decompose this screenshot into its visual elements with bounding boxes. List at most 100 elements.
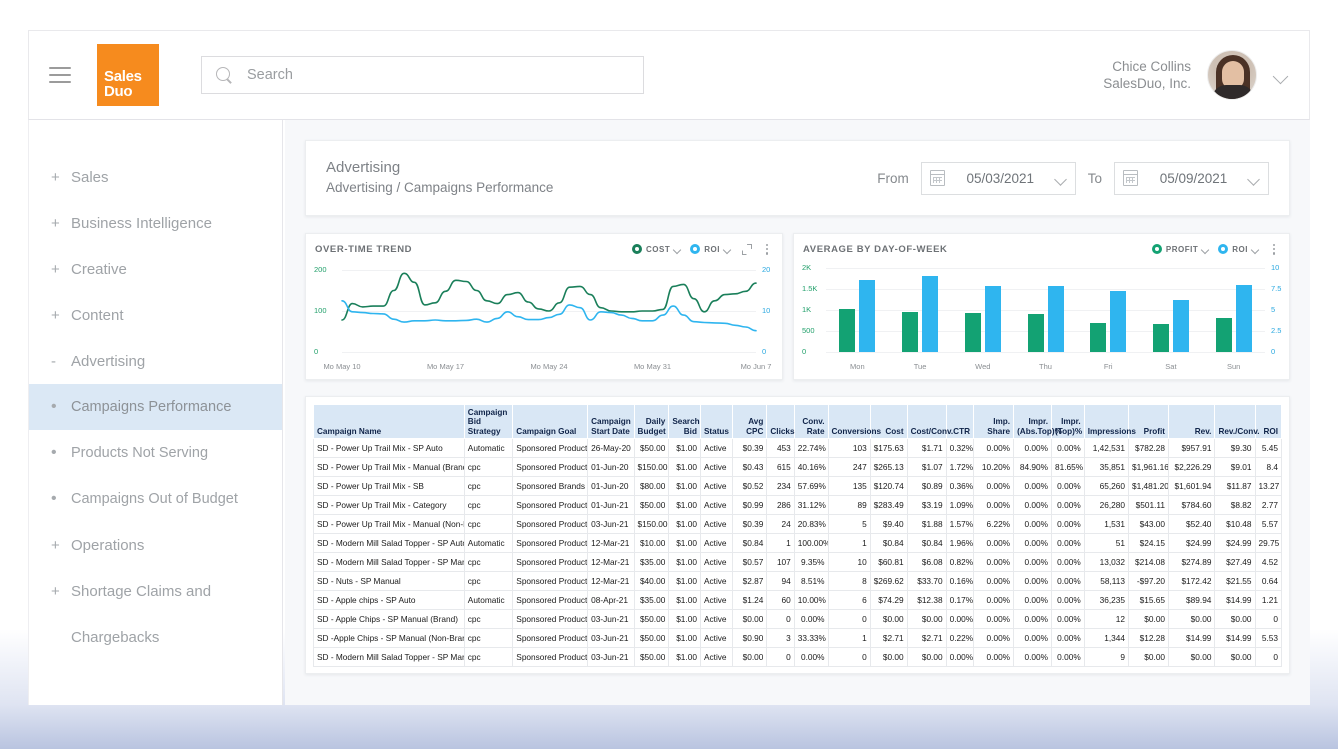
table-cell: $89.94 [1168, 590, 1216, 610]
legend-item-cost[interactable]: COST [632, 244, 681, 254]
table-cell: 9.35% [793, 552, 829, 572]
table-cell: 2.77 [1254, 495, 1282, 515]
legend-dot-icon [690, 244, 701, 254]
chevron-down-icon[interactable] [1275, 71, 1289, 79]
table-cell: 1.57% [945, 514, 975, 534]
table-cell: Active [699, 533, 733, 553]
gridline [826, 289, 1265, 290]
legend-item-roi[interactable]: ROI [690, 244, 731, 254]
table-row[interactable]: SD -Apple Chips - SP Manual (Non-Brand) c… [313, 628, 1282, 648]
table-cell: cpc [463, 609, 514, 629]
chevron-down-icon[interactable] [1056, 175, 1067, 182]
table-row[interactable]: SD - Power Up Trail Mix - SP Auto Automat… [313, 438, 1282, 458]
table-column-header[interactable]: Search Bid [668, 404, 701, 439]
table-row[interactable]: SD - Modern Mill Salad Topper - SP Manua… [313, 552, 1282, 572]
logo-line-1: Sales [104, 68, 142, 85]
more-options-icon[interactable] [1268, 243, 1280, 256]
table-cell: $14.99 [1214, 628, 1256, 648]
table-column-header[interactable]: Campaign Name [313, 404, 465, 439]
hamburger-icon[interactable] [49, 67, 71, 83]
chart-title: OVER-TIME TREND [315, 243, 413, 255]
user-menu[interactable]: Chice Collins SalesDuo, Inc. [1103, 50, 1289, 100]
sidebar-item-sales[interactable]: + Sales [29, 154, 282, 200]
table-column-header[interactable]: Conversions [827, 404, 881, 439]
table-row[interactable]: SD - Power Up Trail Mix - Manual (Non-Br… [313, 514, 1282, 534]
table-cell: Sponsored Products [512, 571, 589, 591]
chevron-down-icon[interactable] [1249, 175, 1260, 182]
table-cell: 03-Jun-21 [587, 609, 635, 629]
table-row[interactable]: SD - Apple chips - SP Auto Automatic Spons… [313, 590, 1282, 610]
search-box[interactable] [201, 56, 644, 94]
chevron-down-icon[interactable] [674, 247, 681, 252]
table-cell: $214.08 [1127, 552, 1170, 572]
table-column-header[interactable]: Campaign Bid Strategy [463, 404, 514, 439]
table-column-header[interactable]: Daily Budget [633, 404, 670, 439]
sidebar-item-shortage-claims-and[interactable]: + Shortage Claims and [29, 568, 282, 614]
table-row[interactable]: SD - Power Up Trail Mix - Category cpc Spo… [313, 495, 1282, 515]
table-row[interactable]: SD - Power Up Trail Mix - Manual (Brand)… [313, 457, 1282, 477]
salesduo-logo[interactable]: Sales Duo [97, 44, 159, 106]
table-column-header[interactable]: Clicks [766, 404, 795, 439]
table-column-header[interactable]: Cost/Conv. [906, 404, 953, 439]
table-column-header[interactable]: Status [699, 404, 733, 439]
legend-item-profit[interactable]: PROFIT [1151, 244, 1209, 254]
sidebar-item-business-intelligence[interactable]: + Business Intelligence [29, 200, 282, 246]
chevron-down-icon[interactable] [1252, 247, 1259, 252]
table-cell: 57.69% [793, 476, 829, 496]
sidebar-item-campaigns-out-of-budget[interactable]: • Campaigns Out of Budget [29, 476, 282, 522]
table-cell: Sponsored Products [512, 609, 589, 629]
table-row[interactable]: SD - Power Up Trail Mix - SB cpc Sponsored… [313, 476, 1282, 496]
campaigns-table-card[interactable]: Campaign Name Campaign Bid Strategy Campai… [305, 396, 1290, 674]
legend-item-roi[interactable]: ROI [1218, 244, 1259, 254]
table-cell: SD - Power Up Trail Mix - Manual (Brand) [313, 457, 465, 477]
table-cell: SD - Power Up Trail Mix - SP Auto [313, 438, 465, 458]
table-row[interactable]: SD - Modern Mill Salad Topper - SP Manua… [313, 647, 1282, 667]
more-options-icon[interactable] [761, 243, 773, 256]
table-row[interactable]: SD - Apple Chips - SP Manual (Brand) cpc S… [313, 609, 1282, 629]
table-cell: 0.00% [793, 647, 829, 667]
table-cell: $0.00 [731, 647, 768, 667]
sidebar-item-label: Sales [71, 168, 109, 186]
chevron-down-icon[interactable] [724, 247, 731, 252]
table-cell: $0.00 [1168, 647, 1216, 667]
sidebar-item-products-not-serving[interactable]: • Products Not Serving [29, 430, 282, 476]
table-column-header[interactable]: Campaign Start Date [587, 404, 635, 439]
expand-icon[interactable] [740, 243, 752, 255]
table-column-header[interactable]: Avg CPC [731, 404, 768, 439]
x-axis-tick: Mo May 31 [633, 362, 672, 371]
sidebar-item-campaigns-performance[interactable]: • Campaigns Performance [29, 384, 282, 430]
table-column-header[interactable]: Rev. [1168, 404, 1216, 439]
sidebar-item-advertising[interactable]: - Advertising [29, 338, 282, 384]
from-date-field[interactable]: 05/03/2021 [920, 161, 1076, 195]
table-cell: $1.00 [668, 457, 701, 477]
table-row[interactable]: SD - Modern Mill Salad Topper - SP Auto A… [313, 533, 1282, 553]
table-column-header[interactable]: Impressions [1083, 404, 1136, 439]
table-cell: $0.89 [906, 476, 947, 496]
x-axis-tick: Thu [1039, 362, 1052, 371]
table-cell: 13.27 [1254, 476, 1282, 496]
table-cell: $8.82 [1214, 495, 1256, 515]
sidebar-item-chargebacks[interactable]: Chargebacks [29, 614, 282, 660]
chevron-down-icon[interactable] [1202, 247, 1209, 252]
table-cell: $2.71 [869, 628, 908, 648]
sidebar-item-operations[interactable]: + Operations [29, 522, 282, 568]
table-column-header[interactable]: Impr. (Top)% [1051, 404, 1085, 439]
table-column-header[interactable]: Conv. Rate [793, 404, 829, 439]
table-cell: cpc [463, 628, 514, 648]
table-cell: 0.32% [945, 438, 975, 458]
table-cell: 234 [766, 476, 795, 496]
table-column-header[interactable]: Campaign Goal [512, 404, 589, 439]
sidebar-item-label: Shortage Claims and [71, 582, 212, 600]
table-column-header[interactable]: Rev./Conv. [1214, 404, 1260, 439]
table-column-header[interactable]: Imp. Share [972, 404, 1015, 439]
sidebar-item-creative[interactable]: + Creative [29, 246, 282, 292]
table-cell: $10.48 [1214, 514, 1256, 534]
avatar[interactable] [1207, 50, 1257, 100]
search-input[interactable] [247, 67, 643, 83]
sidebar-item-content[interactable]: + Content [29, 292, 282, 338]
table-column-header[interactable]: Impr. (Abs.Top)% [1013, 404, 1062, 439]
to-date-field[interactable]: 05/09/2021 [1114, 161, 1269, 195]
table-cell: Sponsored Products [512, 647, 589, 667]
table-cell: $2,226.29 [1168, 457, 1216, 477]
table-row[interactable]: SD - Nuts - SP Manual cpc Sponsored Produc… [313, 571, 1282, 591]
